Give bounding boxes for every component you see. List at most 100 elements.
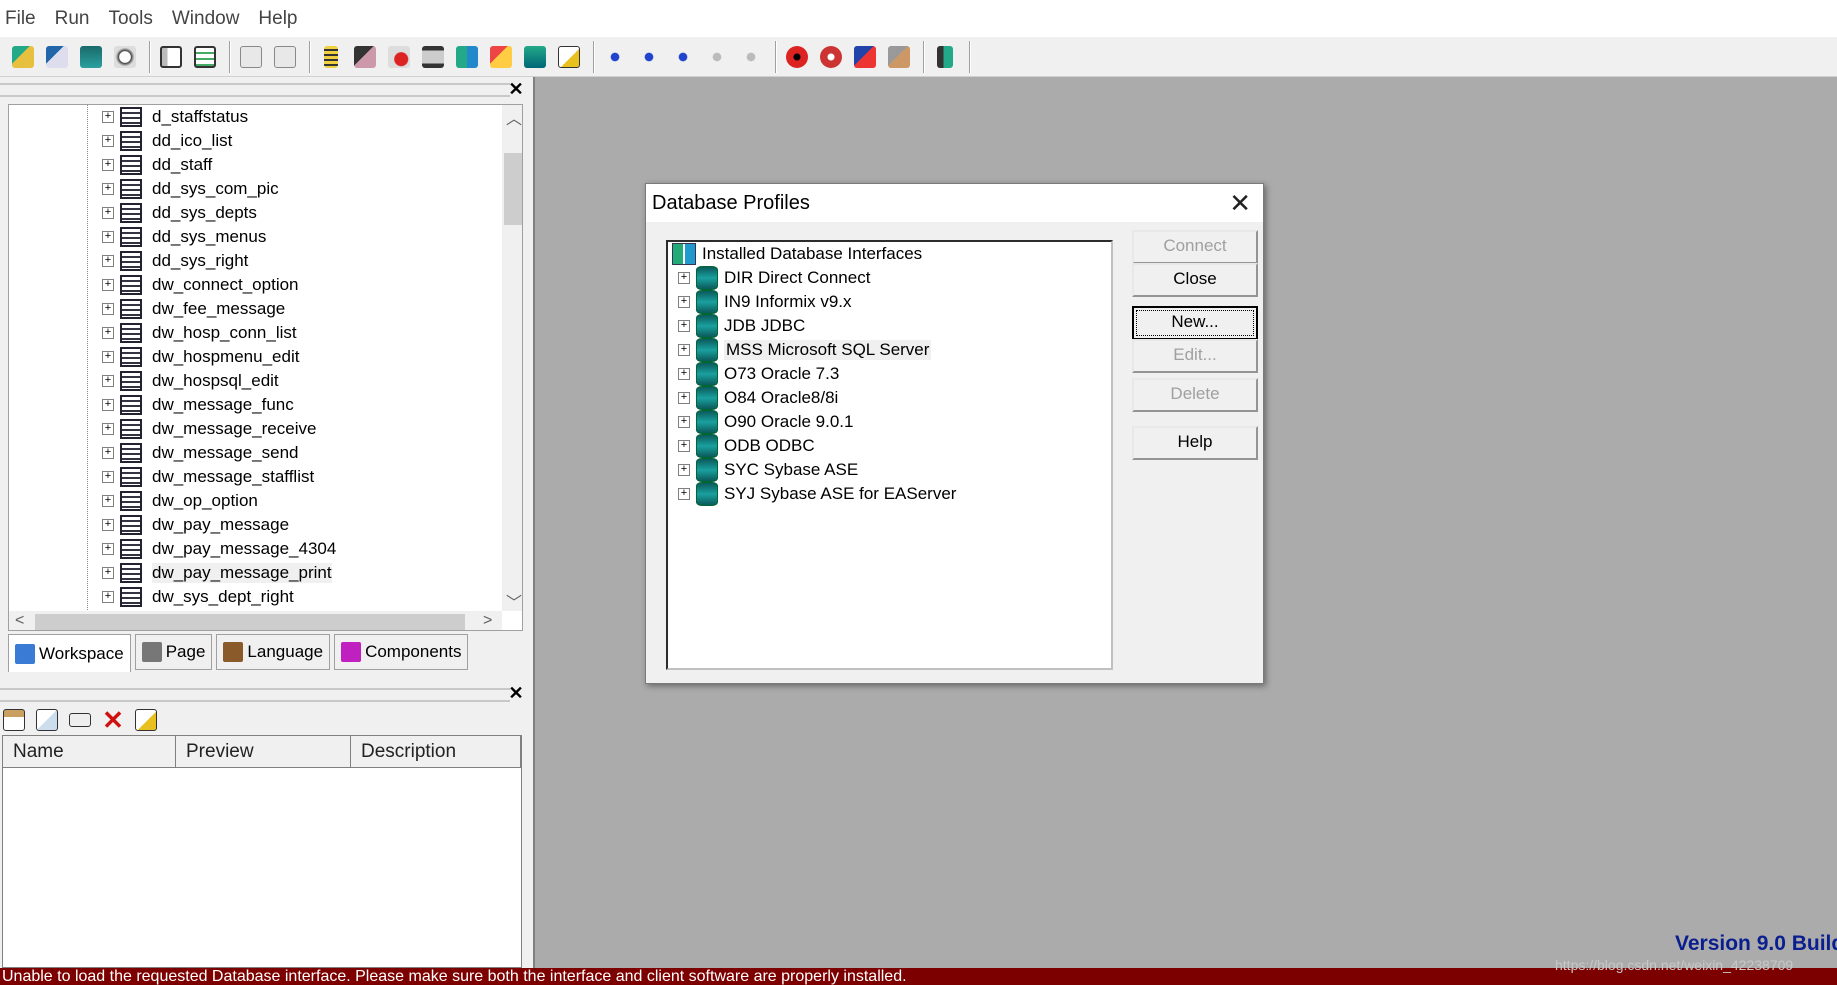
step-icon[interactable] (850, 41, 880, 73)
interface-item[interactable]: + O73 Oracle 7.3 (668, 362, 839, 386)
tree-item[interactable]: + dw_message_receive (9, 417, 316, 441)
tab-workspace[interactable]: Workspace (8, 634, 131, 672)
edit-button[interactable]: Edit... (1132, 339, 1258, 373)
new-icon[interactable] (8, 41, 38, 73)
expand-icon[interactable]: + (678, 488, 690, 500)
expand-icon[interactable]: + (102, 183, 114, 195)
tree-item[interactable]: + dd_sys_menus (9, 225, 266, 249)
properties-table[interactable]: Name Preview Description (2, 735, 522, 968)
expand-icon[interactable]: + (678, 296, 690, 308)
expand-icon[interactable]: + (102, 543, 114, 555)
object-icon[interactable] (316, 41, 346, 73)
expand-icon[interactable]: + (678, 464, 690, 476)
menu-tools[interactable]: Tools (103, 8, 162, 30)
delete-icon[interactable]: ✕ (99, 704, 127, 736)
expand-icon[interactable]: + (678, 368, 690, 380)
expand-icon[interactable]: + (678, 416, 690, 428)
tree-item[interactable]: + dw_connect_option (9, 273, 299, 297)
run-target-icon[interactable] (816, 41, 846, 73)
tree-item[interactable]: + dw_message_func (9, 393, 294, 417)
column-name[interactable]: Name (3, 736, 176, 768)
tree-item[interactable]: + d_staffstatus (9, 105, 248, 129)
expand-icon[interactable]: + (102, 351, 114, 363)
interface-item[interactable]: + ODB ODBC (668, 434, 815, 458)
menu-file[interactable]: File (0, 8, 46, 30)
open-icon[interactable] (76, 41, 106, 73)
new-button[interactable]: New... (1132, 306, 1258, 340)
tree-item[interactable]: + dw_op_option (9, 489, 258, 513)
copy-icon[interactable] (33, 704, 61, 736)
expand-icon[interactable]: + (102, 591, 114, 603)
expand-icon[interactable]: + (102, 207, 114, 219)
tab-language[interactable]: Language (216, 634, 331, 670)
expand-icon[interactable]: + (102, 471, 114, 483)
expand-icon[interactable]: + (678, 320, 690, 332)
close-icon[interactable]: ✕ (1229, 189, 1251, 217)
expand-icon[interactable]: + (102, 375, 114, 387)
connect-button[interactable]: Connect (1132, 230, 1258, 264)
expand-icon[interactable]: + (102, 279, 114, 291)
scroll-down-icon[interactable]: ﹀ (506, 589, 522, 613)
expand-icon[interactable]: + (102, 567, 114, 579)
full-build-icon[interactable] (634, 41, 664, 73)
tree-item[interactable]: + dd_sys_com_pic (9, 177, 279, 201)
tree-item[interactable]: + dd_ico_list (9, 129, 232, 153)
deploy-icon[interactable] (236, 41, 266, 73)
interface-item[interactable]: + MSS Microsoft SQL Server (668, 338, 932, 362)
dialog-titlebar[interactable]: Database Profiles ✕ (646, 184, 1263, 222)
panel-grip[interactable] (0, 83, 510, 97)
tree-root[interactable]: Installed Database Interfaces (668, 242, 922, 266)
expand-icon[interactable]: + (102, 111, 114, 123)
expand-icon[interactable]: + (102, 159, 114, 171)
scroll-thumb[interactable] (35, 614, 465, 630)
database-interfaces-tree[interactable]: Installed Database Interfaces + DIR Direc… (666, 240, 1113, 670)
workspace-tree[interactable]: + d_staffstatus + dd_ico_list + dd_staff + dd_s… (8, 104, 523, 631)
tree-item[interactable]: + dw_sys_dept_right (9, 585, 294, 609)
tree-item[interactable]: + dd_staff (9, 153, 212, 177)
panel-grip[interactable] (0, 688, 510, 702)
expand-icon[interactable]: + (678, 440, 690, 452)
expand-icon[interactable]: + (102, 447, 114, 459)
preview-icon[interactable] (110, 41, 140, 73)
expand-icon[interactable]: + (102, 303, 114, 315)
expand-icon[interactable]: + (102, 231, 114, 243)
incremental-build-icon[interactable] (600, 41, 630, 73)
expand-icon[interactable]: + (678, 392, 690, 404)
tree-item[interactable]: + dd_sys_right (9, 249, 248, 273)
expand-icon[interactable]: + (102, 135, 114, 147)
tree-item[interactable]: + dw_pay_message (9, 513, 289, 537)
tab-page[interactable]: Page (134, 634, 213, 670)
expand-icon[interactable]: + (102, 327, 114, 339)
edit-icon[interactable] (132, 704, 160, 736)
scroll-thumb[interactable] (504, 153, 522, 225)
column-description[interactable]: Description (351, 736, 521, 768)
paste-icon[interactable] (0, 704, 28, 736)
menu-run[interactable]: Run (50, 8, 100, 30)
interface-item[interactable]: + SYJ Sybase ASE for EAServer (668, 482, 956, 506)
inherit-icon[interactable] (42, 41, 72, 73)
build-icon[interactable] (452, 41, 482, 73)
expand-icon[interactable]: + (102, 495, 114, 507)
tab-components[interactable]: Components (334, 634, 469, 670)
regenerate-icon[interactable] (668, 41, 698, 73)
delete-button[interactable]: Delete (1132, 378, 1258, 412)
scroll-up-icon[interactable]: ︿ (506, 105, 522, 129)
close-icon[interactable]: ✕ (507, 684, 525, 702)
expand-icon[interactable]: + (678, 344, 690, 356)
deploy-target-icon[interactable] (702, 41, 732, 73)
expand-icon[interactable]: + (102, 255, 114, 267)
expand-icon[interactable]: + (102, 423, 114, 435)
tree-item[interactable]: + dw_fee_message (9, 297, 285, 321)
tree-item[interactable]: + dw_hosp_conn_list (9, 321, 297, 345)
migrate-icon[interactable] (418, 41, 448, 73)
column-preview[interactable]: Preview (176, 736, 351, 768)
close-button[interactable]: Close (1132, 263, 1258, 297)
expand-icon[interactable]: + (678, 272, 690, 284)
tree-item[interactable]: + dw_message_send (9, 441, 298, 465)
interface-item[interactable]: + IN9 Informix v9.x (668, 290, 852, 314)
interface-item[interactable]: + O90 Oracle 9.0.1 (668, 410, 853, 434)
interface-item[interactable]: + DIR Direct Connect (668, 266, 870, 290)
tree-item[interactable]: + dw_hospmenu_edit (9, 345, 299, 369)
select-icon[interactable] (554, 41, 584, 73)
database-icon[interactable] (350, 41, 380, 73)
